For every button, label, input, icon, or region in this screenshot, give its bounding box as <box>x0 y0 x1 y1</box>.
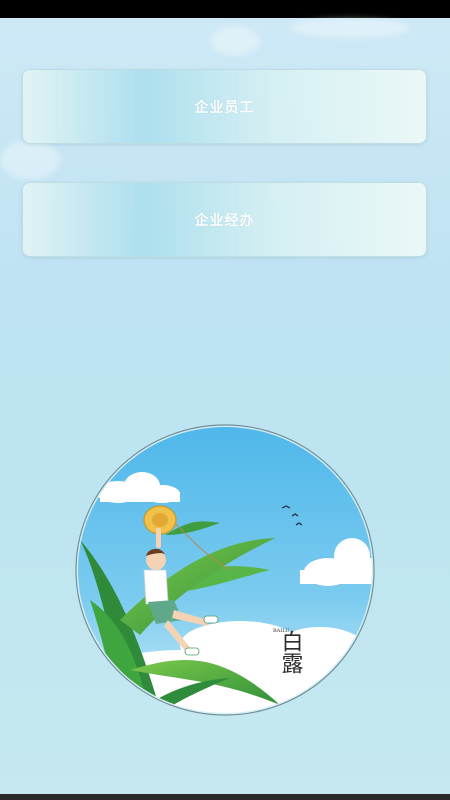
navigation-bar <box>0 794 450 800</box>
employee-button-label: 企业员工 <box>194 99 255 116</box>
status-bar <box>0 0 450 18</box>
solar-term-pinyin: BAILU <box>273 628 290 634</box>
agent-button-label: 企业经办 <box>194 212 255 229</box>
illustration-svg: 白露 BAILU <box>75 424 375 716</box>
background-cloud <box>210 26 260 56</box>
employee-button[interactable]: 企业员工 <box>22 69 427 144</box>
background-cloud <box>0 140 60 180</box>
background-cloud <box>290 18 410 38</box>
solar-term-illustration: 白露 BAILU <box>70 420 380 720</box>
solar-term-title: 白露 <box>278 630 303 674</box>
agent-button[interactable]: 企业经办 <box>22 182 427 257</box>
